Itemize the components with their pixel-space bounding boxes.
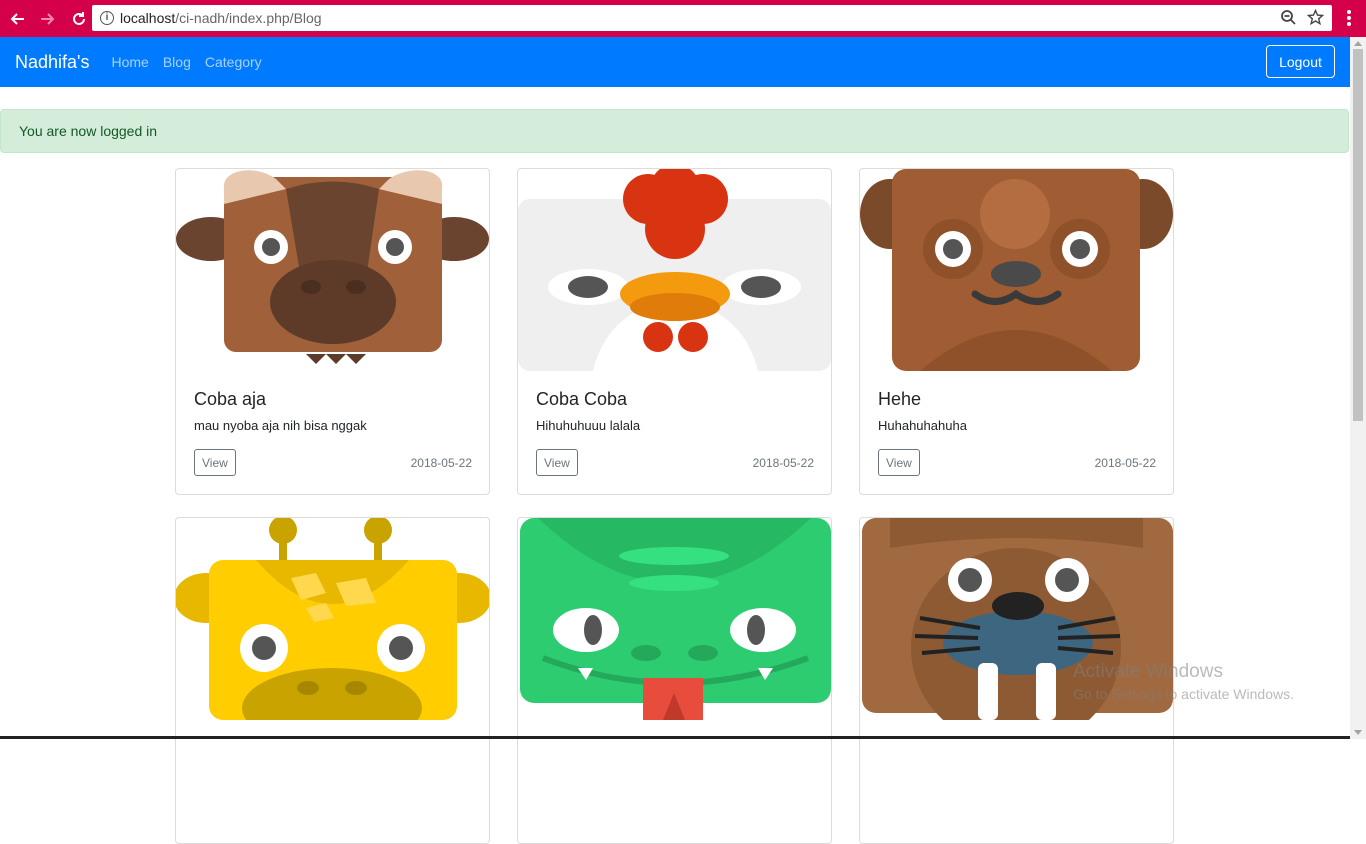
- scroll-thumb[interactable]: [1353, 49, 1363, 421]
- zoom-icon[interactable]: [1280, 9, 1297, 26]
- reload-icon: [73, 11, 85, 25]
- post-card: [517, 517, 832, 844]
- post-excerpt: Huhahuhahuha: [878, 418, 967, 433]
- post-card: Hehe Huhahuhahuha View 2018-05-22: [859, 168, 1174, 495]
- view-button[interactable]: View: [878, 449, 920, 476]
- giraffe-icon: [176, 518, 489, 720]
- forward-button[interactable]: [34, 5, 62, 33]
- chicken-icon: [518, 169, 831, 371]
- scroll-up-arrow[interactable]: [1354, 41, 1362, 46]
- brand-logo[interactable]: Nadhifa's: [15, 52, 89, 73]
- post-title: Coba Coba: [536, 389, 628, 409]
- back-button[interactable]: [3, 5, 31, 33]
- watermark-subtitle: Go to Settings to activate Windows.: [1073, 686, 1294, 702]
- url-text: localhost/ci-nadh/index.php/Blog: [120, 10, 322, 26]
- forward-arrow-icon: [41, 12, 55, 25]
- view-button[interactable]: View: [194, 449, 236, 476]
- nav-blog[interactable]: Blog: [163, 54, 191, 70]
- reload-button[interactable]: [65, 5, 93, 33]
- post-excerpt: Hihuhuhuuu lalala: [536, 418, 641, 433]
- post-card: [175, 517, 490, 844]
- windows-activation-watermark: Activate Windows Go to Settings to activ…: [1073, 661, 1294, 702]
- scroll-down-arrow[interactable]: [1354, 730, 1362, 735]
- back-arrow-icon: [10, 12, 24, 25]
- post-date: 2018-05-22: [410, 456, 472, 470]
- post-card: Coba aja mau nyoba aja nih bisa nggak Vi…: [175, 168, 490, 495]
- site-navbar: Nadhifa's Home Blog Category Logout: [0, 37, 1350, 87]
- view-button[interactable]: View: [536, 449, 578, 476]
- beaver-icon: [860, 169, 1173, 371]
- star-bookmark-icon[interactable]: [1307, 9, 1324, 26]
- nav-category[interactable]: Category: [205, 54, 262, 70]
- address-bar[interactable]: i localhost/ci-nadh/index.php/Blog: [92, 5, 1332, 31]
- page-scrollbar[interactable]: [1350, 37, 1366, 739]
- info-icon[interactable]: i: [100, 11, 114, 25]
- browser-toolbar: i localhost/ci-nadh/index.php/Blog: [0, 0, 1366, 37]
- crocodile-icon: [520, 518, 831, 720]
- post-date: 2018-05-22: [1094, 456, 1156, 470]
- post-title: Coba aja: [194, 389, 267, 409]
- post-date: 2018-05-22: [752, 456, 814, 470]
- buffalo-icon: [176, 170, 489, 364]
- post-card: Coba Coba Hihuhuhuuu lalala View 2018-05…: [517, 168, 832, 495]
- post-excerpt: mau nyoba aja nih bisa nggak: [194, 418, 367, 433]
- more-menu-icon[interactable]: [1340, 9, 1358, 27]
- watermark-title: Activate Windows: [1073, 661, 1223, 682]
- post-title: Hehe: [878, 389, 922, 409]
- login-success-alert: You are now logged in: [0, 109, 1349, 153]
- nav-home[interactable]: Home: [111, 54, 148, 70]
- logout-button[interactable]: Logout: [1266, 45, 1335, 78]
